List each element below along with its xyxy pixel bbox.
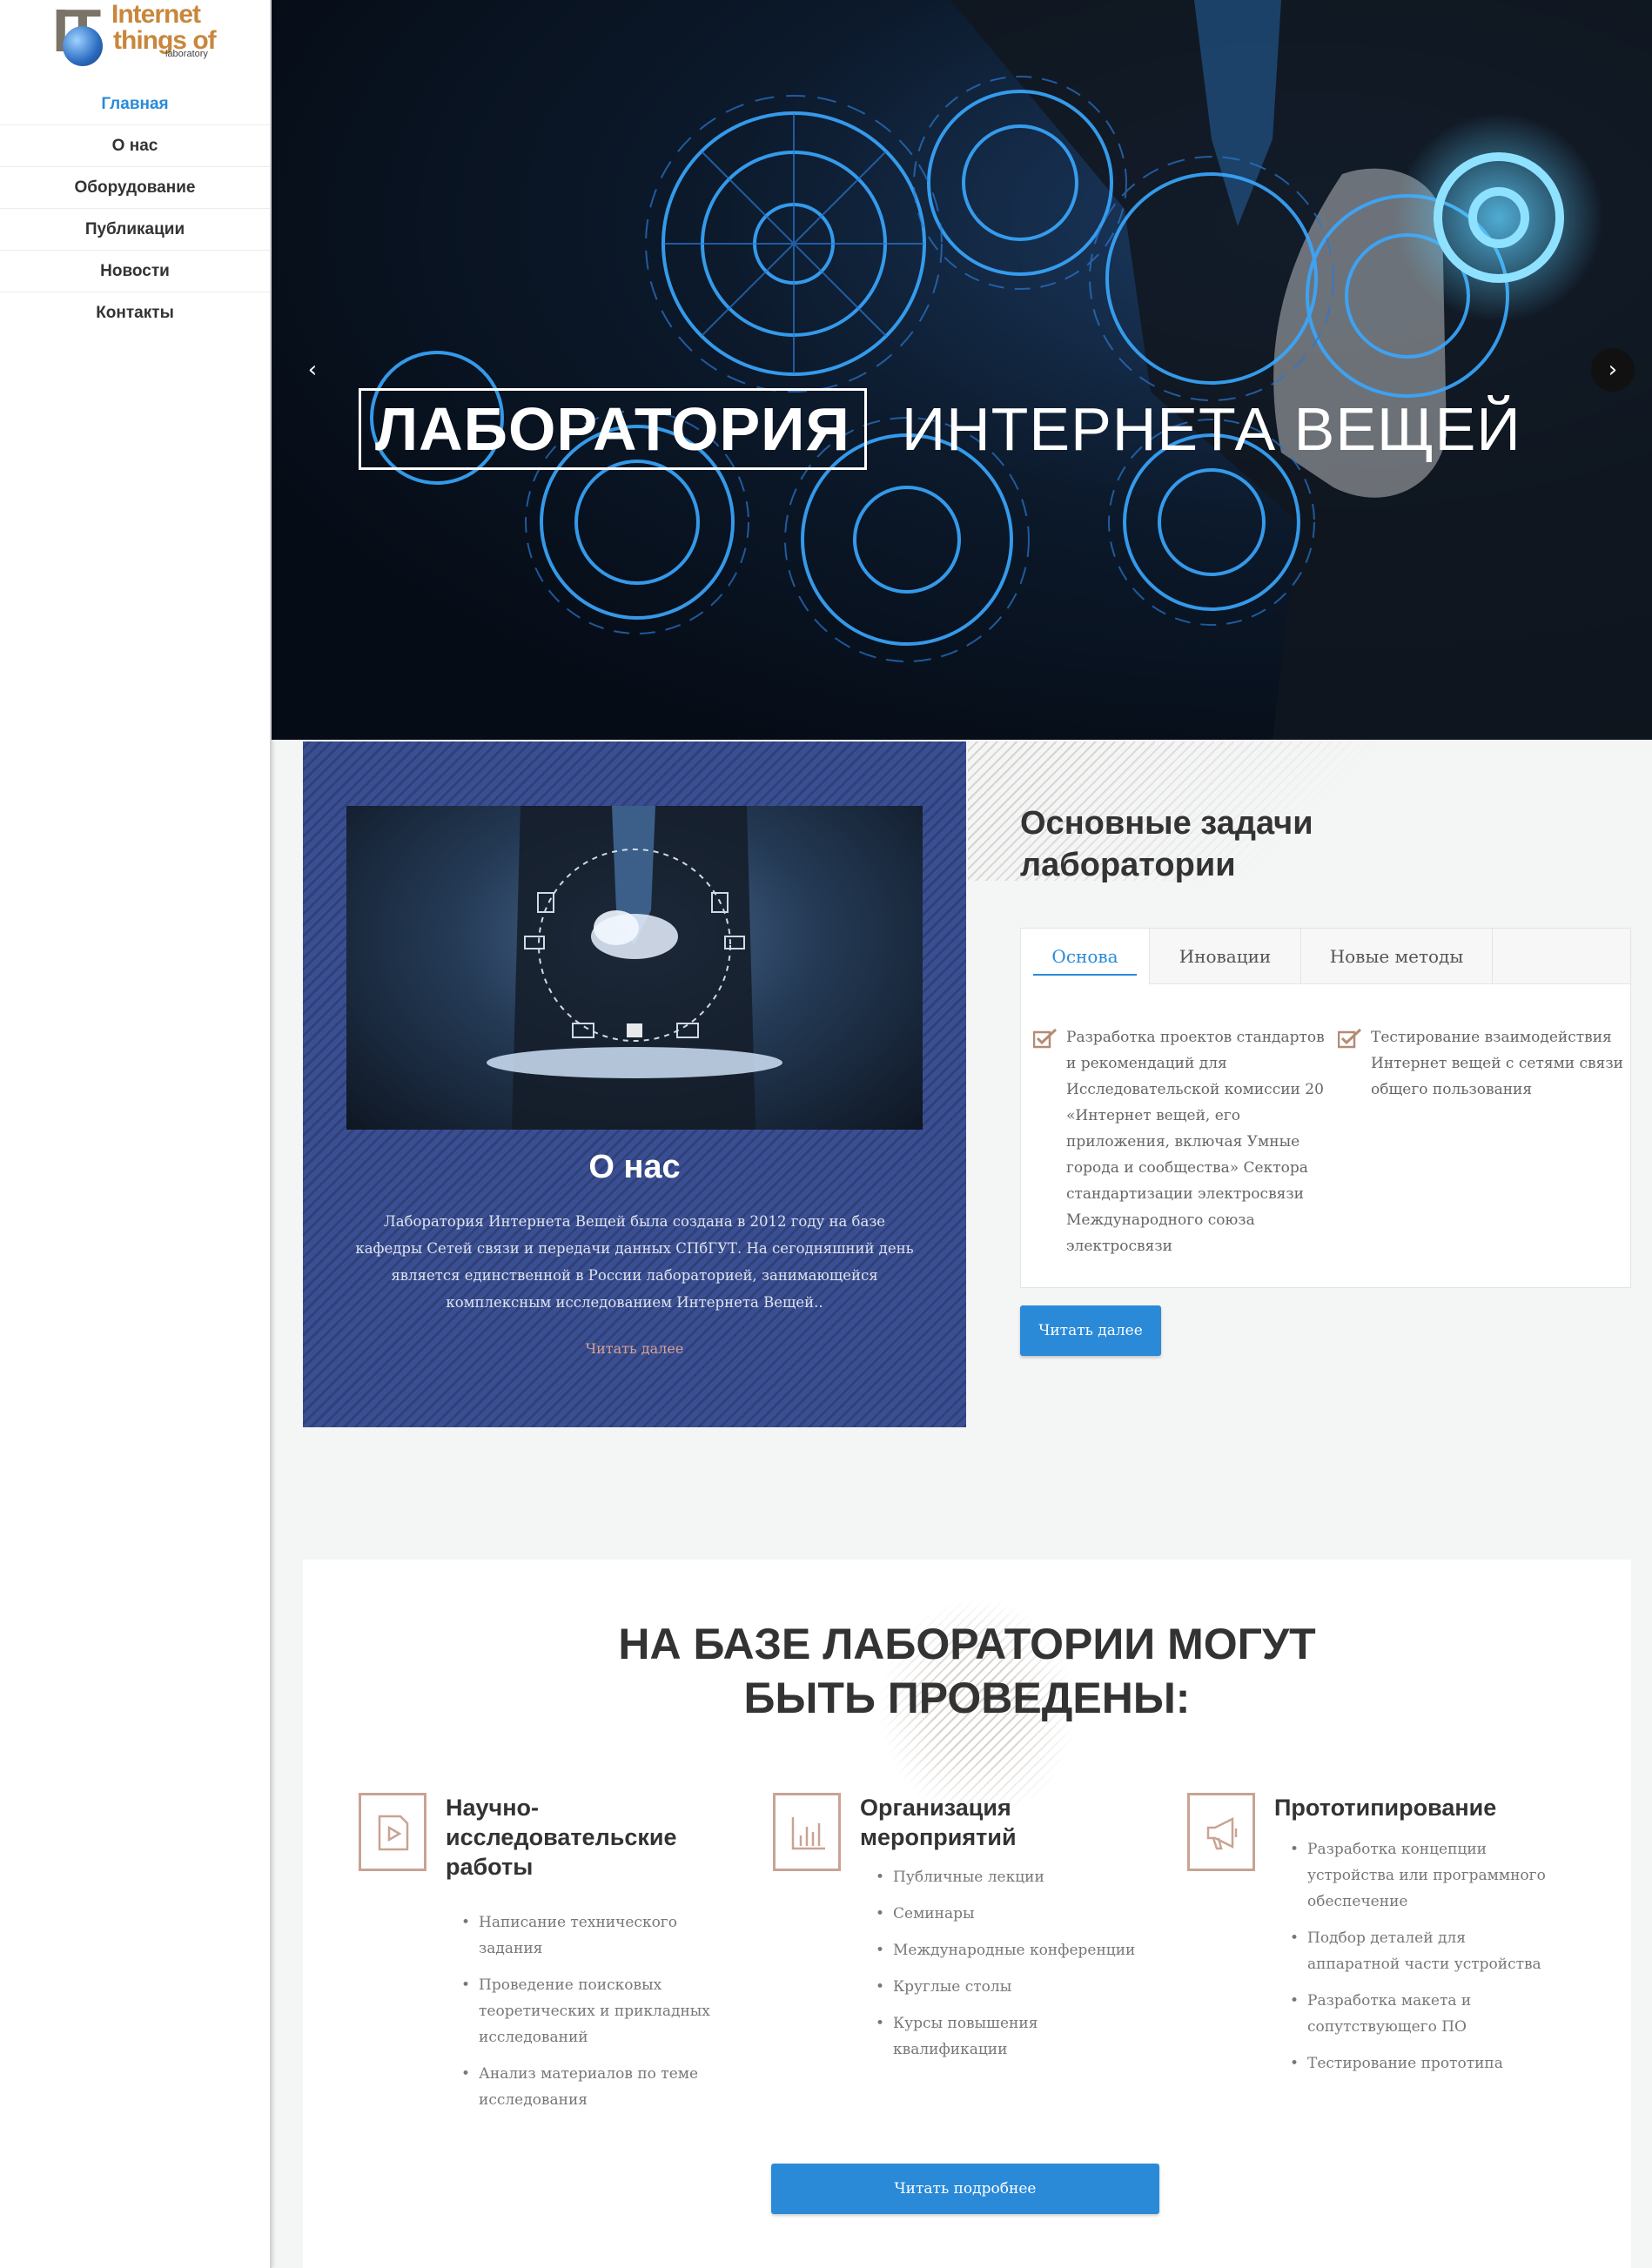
hero-title-boxed: ЛАБОРАТОРИЯ (359, 388, 867, 470)
services-title-line1: НА БАЗЕ ЛАБОРАТОРИИ МОГУТ (618, 1620, 1316, 1668)
nav-item-home[interactable]: Главная (0, 84, 270, 125)
tasks-list: Разработка проектов стандартов и рекомен… (1033, 1024, 1642, 1259)
about-read-more-link[interactable]: Читать далее (303, 1340, 966, 1357)
service-heading: Организация мероприятий (860, 1795, 1017, 1850)
service-list-item: Курсы повышения квалификации (876, 2010, 1140, 2063)
services-title: НА БАЗЕ ЛАБОРАТОРИИ МОГУТ БЫТЬ ПРОВЕДЕНЫ… (303, 1617, 1631, 1725)
hero-slider: ‹ › ЛАБОРАТОРИЯ ИНТЕРНЕТА ВЕЩЕЙ (272, 0, 1652, 740)
about-image (346, 806, 923, 1130)
hero-gears-illustration (370, 0, 1652, 740)
task-item: Тестирование взаимодействия Интернет вещ… (1338, 1024, 1642, 1259)
service-list-item: Круглые столы (876, 1974, 1140, 2000)
globe-icon (63, 26, 103, 66)
about-block: О нас Лаборатория Интернета Вещей была с… (303, 741, 966, 1427)
nav-item-contacts[interactable]: Контакты (0, 292, 270, 334)
service-list-item: Разработка концепции устройства или прог… (1290, 1836, 1555, 1915)
slider-next-button[interactable]: › (1591, 348, 1635, 392)
service-list-item: Тестирование прототипа (1290, 2050, 1555, 2077)
slider-prev-button[interactable]: ‹ (291, 348, 334, 392)
read-more-button[interactable]: Читать далее (1020, 1305, 1161, 1356)
service-icon-box (1187, 1793, 1255, 1871)
site-logo[interactable]: IT Internet things of laboratory (52, 0, 218, 70)
about-title: О нас (588, 1149, 681, 1185)
service-list-item: Публичные лекции (876, 1864, 1140, 1890)
cloud-network-illustration (487, 806, 782, 1130)
nav-item-equipment[interactable]: Оборудование (0, 167, 270, 209)
read-more-details-button[interactable]: Читать подробнее (771, 2164, 1159, 2214)
tab-basis[interactable]: Основа (1021, 929, 1150, 984)
about-text: Лаборатория Интернета Вещей была создана… (355, 1213, 914, 1311)
checkbox-checked-icon (1338, 1028, 1362, 1049)
tasks-tabs: Основа Иновации Новые методы (1021, 929, 1630, 984)
service-list-item: Проведение поисковых теоретических и при… (461, 1972, 726, 2050)
nav-item-publications[interactable]: Публикации (0, 209, 270, 251)
service-list-item: Подбор деталей для аппаратной части устр… (1290, 1925, 1555, 1977)
service-heading: Прототипирование (1274, 1795, 1497, 1821)
service-list-item: Семинары (876, 1901, 1140, 1927)
hero-title-rest: ИНТЕРНЕТА ВЕЩЕЙ (901, 395, 1521, 463)
hero-title: ЛАБОРАТОРИЯ ИНТЕРНЕТА ВЕЩЕЙ (359, 387, 1521, 471)
service-list-item: Разработка макета и сопутствующего ПО (1290, 1988, 1555, 2040)
service-list-item: Анализ материалов по теме исследования (461, 2061, 726, 2113)
service-list: Публичные лекции Семинары Международные … (876, 1864, 1140, 2073)
service-icon-box (359, 1793, 426, 1871)
service-list-item: Международные конференции (876, 1937, 1140, 1963)
sidebar: IT Internet things of laboratory Главная… (0, 0, 272, 2268)
task-text: Тестирование взаимодействия Интернет вещ… (1371, 1029, 1623, 1098)
nav-item-about[interactable]: О нас (0, 125, 270, 167)
checkbox-checked-icon (1033, 1028, 1058, 1049)
task-text: Разработка проектов стандартов и рекомен… (1066, 1029, 1325, 1255)
services-section: НА БАЗЕ ЛАБОРАТОРИИ МОГУТ БЫТЬ ПРОВЕДЕНЫ… (303, 1560, 1631, 2268)
main-nav: Главная О нас Оборудование Публикации Но… (0, 84, 270, 334)
tab-innovations[interactable]: Иновации (1150, 929, 1301, 984)
logo-text-line3: laboratory (165, 49, 208, 59)
service-icon-box (773, 1793, 841, 1871)
tab-new-methods[interactable]: Новые методы (1301, 929, 1493, 984)
service-list: Написание технического задания Проведени… (461, 1909, 726, 2124)
service-heading: Научно-исследовательские работы (446, 1795, 677, 1880)
service-list-item: Написание технического задания (461, 1909, 726, 1962)
tasks-tabs-panel: Основа Иновации Новые методы Разработка … (1020, 928, 1631, 1288)
task-item: Разработка проектов стандартов и рекомен… (1033, 1024, 1338, 1259)
bar-chart-icon (791, 1817, 825, 1850)
video-file-icon (378, 1815, 409, 1851)
services-title-line2: БЫТЬ ПРОВЕДЕНЫ: (743, 1674, 1191, 1722)
tasks-title: Основные задачи лаборатории (1020, 805, 1313, 883)
logo-text-line1: Internet (111, 0, 201, 29)
nav-item-news[interactable]: Новости (0, 251, 270, 292)
megaphone-icon (1206, 1816, 1238, 1850)
service-list: Разработка концепции устройства или прог… (1290, 1836, 1555, 2087)
